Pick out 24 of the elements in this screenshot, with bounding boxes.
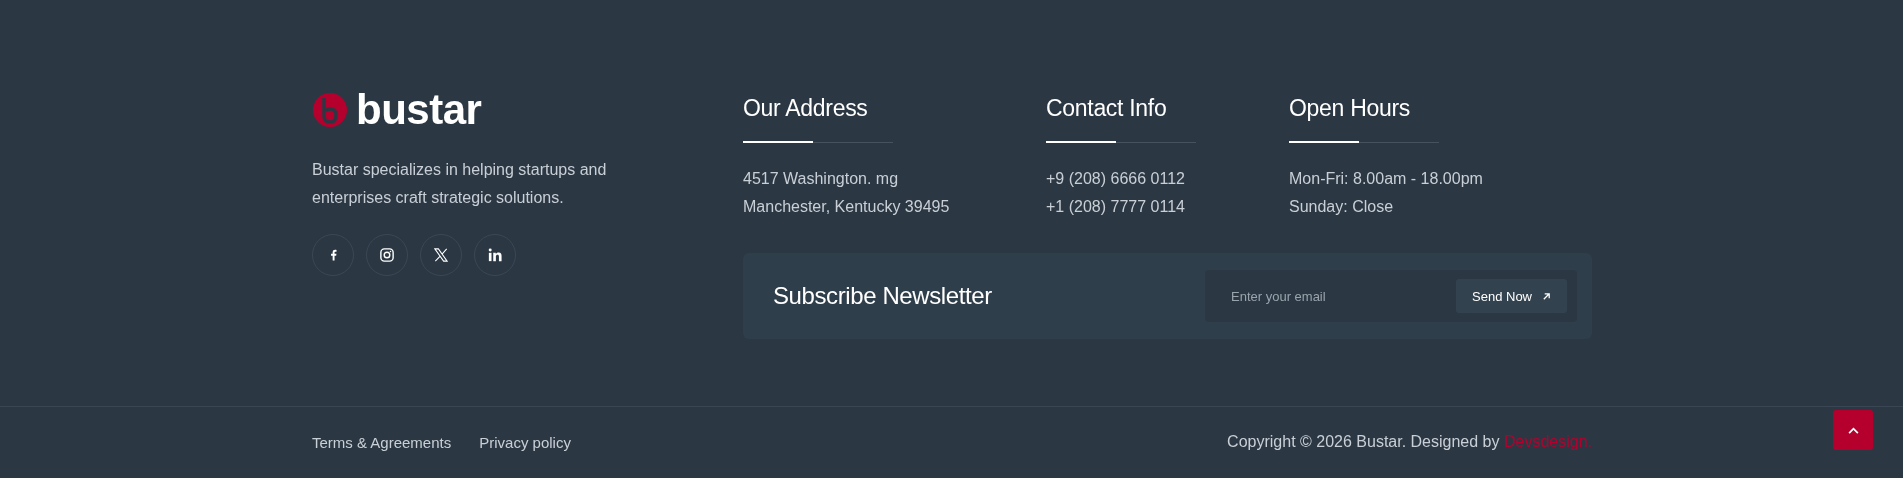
chevron-up-icon xyxy=(1847,426,1859,434)
linkedin-icon xyxy=(488,248,502,262)
footer-link[interactable]: Privacy policy xyxy=(479,433,571,451)
instagram-icon xyxy=(380,248,394,262)
info-line: +9 (208) 6666 0112 xyxy=(1046,169,1186,189)
brand-description: Bustar specializes in helping startups and enterprises craft strategic solutions. xyxy=(312,160,608,208)
brand-name: bustar xyxy=(356,90,482,130)
footer-link[interactable]: Terms & Agreements xyxy=(312,433,452,451)
info-line: Mon-Fri: 8.00am - 18.00pm xyxy=(1289,169,1484,189)
facebook-icon xyxy=(329,249,337,261)
email-field[interactable]: Enter your email xyxy=(1229,287,1433,305)
x-icon xyxy=(434,248,448,262)
info-line: +1 (208) 7777 0114 xyxy=(1046,197,1186,217)
arrow-icon xyxy=(1542,291,1551,301)
newsletter-title: Subscribe Newsletter xyxy=(773,282,992,310)
info-line: 4517 Washington. mg xyxy=(743,169,900,189)
column-heading: Open Hours xyxy=(1289,94,1411,122)
logo-icon xyxy=(312,92,348,128)
info-line: Sunday: Close xyxy=(1289,197,1395,217)
column-heading: Contact Info xyxy=(1046,94,1168,122)
column-heading: Our Address xyxy=(743,94,869,122)
send-button[interactable]: Send Now xyxy=(1456,279,1567,313)
info-line: Manchester, Kentucky 39495 xyxy=(743,197,951,217)
copyright-text: Copyright © 2026 Bustar. Designed by Devsdesign. xyxy=(1227,433,1592,451)
